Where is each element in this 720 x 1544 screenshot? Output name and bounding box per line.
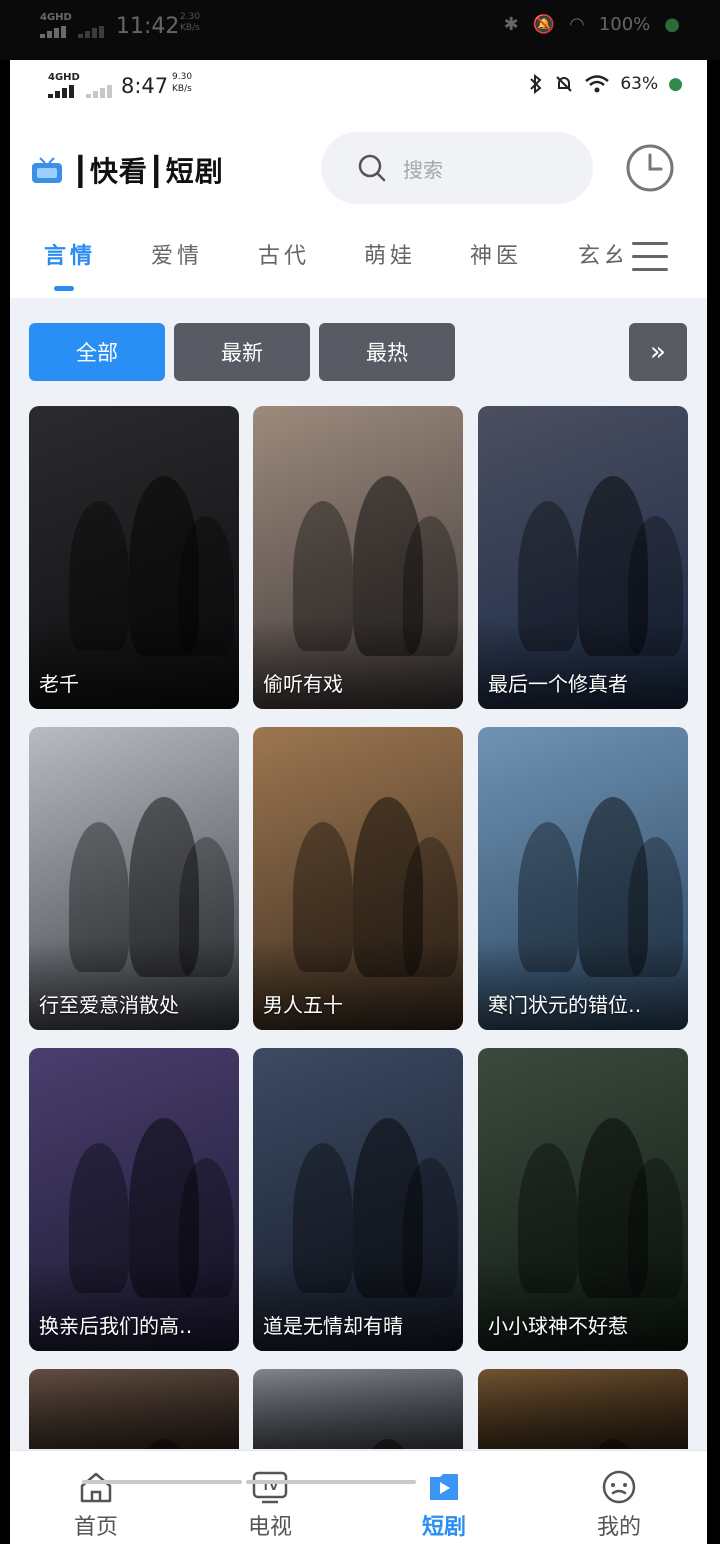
drama-card[interactable]: 最后一个修真者: [478, 406, 688, 709]
outer-battery-label: 100%: [598, 14, 651, 35]
drama-card[interactable]: [29, 1369, 239, 1449]
filter-all-button[interactable]: 全部: [29, 323, 165, 381]
active-tab-indicator: [54, 286, 74, 291]
outer-clock: 11:42: [116, 14, 180, 39]
gesture-bar: [246, 1480, 416, 1484]
search-icon: [358, 154, 386, 182]
tab-menu-button[interactable]: [632, 242, 668, 272]
nav-home[interactable]: 首页: [36, 1451, 156, 1544]
drama-card[interactable]: 小小球神不好惹: [478, 1048, 688, 1351]
nav-mine-label: 我的: [596, 1515, 641, 1540]
filter-newest-button[interactable]: 最新: [174, 323, 310, 381]
signal-2-icon: [86, 84, 118, 98]
clock-icon: [626, 144, 674, 192]
outer-net-speed: 2.30 KB/s: [180, 12, 201, 33]
bluetooth-icon: [530, 74, 542, 94]
wifi-icon: [585, 75, 610, 93]
nav-home-label: 首页: [73, 1515, 118, 1540]
home-icon: [80, 1472, 112, 1503]
drama-card[interactable]: 寒门状元的错位‥: [478, 727, 688, 1030]
clock: 8:47: [121, 74, 169, 98]
play-icon: [430, 1474, 458, 1500]
tv-icon: TV: [252, 1471, 288, 1504]
profile-face-icon: [602, 1470, 636, 1504]
gesture-bar: [82, 1480, 242, 1484]
tv-logo-icon: [30, 157, 62, 183]
drama-card[interactable]: 男人五十: [253, 727, 463, 1030]
nav-shortdrama-label: 短剧: [421, 1515, 466, 1540]
outer-mascot-icon: ●: [664, 14, 680, 35]
drama-title: 最后一个修真者: [488, 672, 628, 696]
drama-card[interactable]: 道是无情却有晴: [253, 1048, 463, 1351]
double-chevron-right-icon: »: [650, 337, 666, 367]
drama-card[interactable]: 行至爱意消散处: [29, 727, 239, 1030]
filter-more-button[interactable]: »: [629, 323, 687, 381]
net-speed: 9.30 KB/s: [172, 72, 193, 94]
caption-gradient: [478, 1369, 688, 1449]
outer-status-bar: 4GHD 11:42 2.30 KB/s ✱ 🔕 ◠ 100% ●: [0, 0, 720, 60]
tab-gudai[interactable]: 古代: [258, 238, 310, 270]
drama-title: 小小球神不好惹: [488, 1314, 628, 1338]
outer-signal-2-icon: [78, 26, 110, 38]
battery-label: 63%: [620, 74, 659, 94]
tab-mengwa[interactable]: 萌娃: [364, 238, 416, 270]
drama-card[interactable]: 老千: [29, 406, 239, 709]
drama-title: 男人五十: [263, 993, 343, 1017]
signal-icon: [48, 84, 80, 98]
bottom-nav: 首页 TV 电视 短剧 我的: [10, 1450, 707, 1544]
caption-gradient: [253, 1369, 463, 1449]
drama-title: 寒门状元的错位‥: [488, 993, 642, 1017]
caption-gradient: [29, 1369, 239, 1449]
drama-card[interactable]: 偷听有戏: [253, 406, 463, 709]
status-bar: 4GHD 8:47 9.30 KB/s 63% ●: [10, 60, 707, 116]
mute-bell-icon: [556, 76, 573, 92]
search-bar[interactable]: 搜索: [321, 132, 593, 204]
drama-card[interactable]: [478, 1369, 688, 1449]
tab-xuan[interactable]: 玄幺: [578, 238, 622, 270]
drama-title: 道是无情却有晴: [263, 1314, 403, 1338]
drama-title: 换亲后我们的高‥: [39, 1314, 193, 1338]
history-button[interactable]: [625, 143, 675, 193]
network-type: 4GHD: [48, 72, 80, 83]
nav-shortdrama[interactable]: 短剧: [384, 1451, 504, 1544]
phone-screen: 4GHD 8:47 9.30 KB/s 63% ● ┃快看┃短剧 搜索 言情 爱…: [10, 60, 707, 1544]
filter-hottest-button[interactable]: 最热: [319, 323, 455, 381]
outer-wifi-icon: ◠: [569, 14, 585, 35]
outer-bluetooth-icon: ✱: [503, 14, 519, 35]
tab-shenyi[interactable]: 神医: [470, 238, 522, 270]
tab-aiqing[interactable]: 爱情: [151, 238, 203, 270]
category-tabs: 言情 爱情 古代 萌娃 神医 玄幺: [10, 238, 707, 298]
nav-mine[interactable]: 我的: [559, 1451, 679, 1544]
tab-yanqing[interactable]: 言情: [44, 238, 96, 270]
drama-title: 偷听有戏: [263, 672, 343, 696]
drama-title: 老千: [39, 672, 79, 696]
app-title: ┃快看┃短剧: [72, 155, 224, 188]
nav-tv-label: 电视: [247, 1515, 292, 1540]
outer-mute-icon: 🔕: [532, 14, 556, 35]
filter-bar: 全部 最新 最热 »: [10, 298, 707, 388]
drama-card[interactable]: [253, 1369, 463, 1449]
drama-card[interactable]: 换亲后我们的高‥: [29, 1048, 239, 1351]
search-placeholder: 搜索: [403, 157, 443, 182]
outer-network-type: 4GHD: [40, 12, 72, 23]
nav-tv[interactable]: TV 电视: [210, 1451, 330, 1544]
outer-signal-icon: [40, 26, 72, 38]
drama-title: 行至爱意消散处: [39, 993, 179, 1017]
mascot-icon: ●: [668, 74, 683, 94]
